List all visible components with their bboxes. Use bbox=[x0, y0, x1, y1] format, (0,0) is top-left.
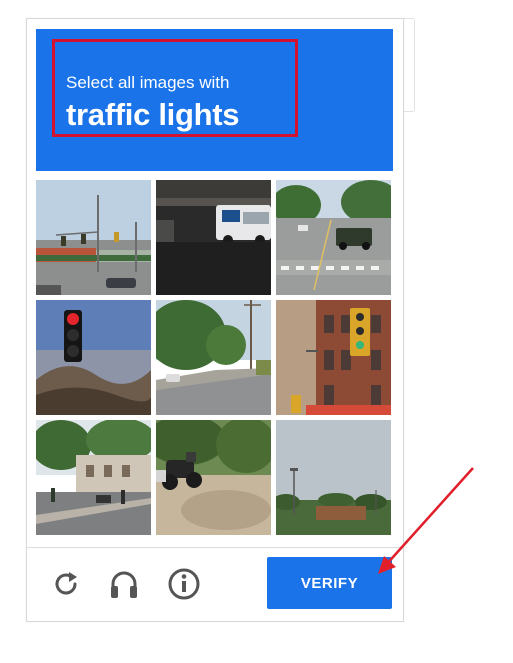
tile-1-image bbox=[36, 180, 151, 295]
image-tile-5[interactable] bbox=[156, 300, 271, 415]
image-tile-6[interactable] bbox=[276, 300, 391, 415]
info-icon[interactable] bbox=[167, 567, 201, 601]
tile-8-image bbox=[156, 420, 271, 535]
captcha-widget: Select all images with traffic lights VE… bbox=[26, 18, 404, 622]
image-tile-3[interactable] bbox=[276, 180, 391, 295]
tile-6-image bbox=[276, 300, 391, 415]
reload-icon[interactable] bbox=[49, 567, 83, 601]
footer-divider bbox=[27, 547, 403, 548]
tile-5-image bbox=[156, 300, 271, 415]
headphones-icon[interactable] bbox=[107, 567, 141, 601]
image-tile-8[interactable] bbox=[156, 420, 271, 535]
image-tile-4[interactable] bbox=[36, 300, 151, 415]
image-tile-1[interactable] bbox=[36, 180, 151, 295]
image-grid bbox=[36, 180, 393, 537]
image-tile-7[interactable] bbox=[36, 420, 151, 535]
challenge-target: traffic lights bbox=[66, 97, 240, 132]
tile-7-image bbox=[36, 420, 151, 535]
tile-2-image bbox=[156, 180, 271, 295]
tile-4-image bbox=[36, 300, 151, 415]
tile-3-image bbox=[276, 180, 391, 295]
challenge-header: Select all images with traffic lights bbox=[36, 29, 393, 171]
image-tile-2[interactable] bbox=[156, 180, 271, 295]
challenge-instruction: Select all images with bbox=[66, 73, 230, 92]
annotation-arrow bbox=[378, 467, 474, 574]
